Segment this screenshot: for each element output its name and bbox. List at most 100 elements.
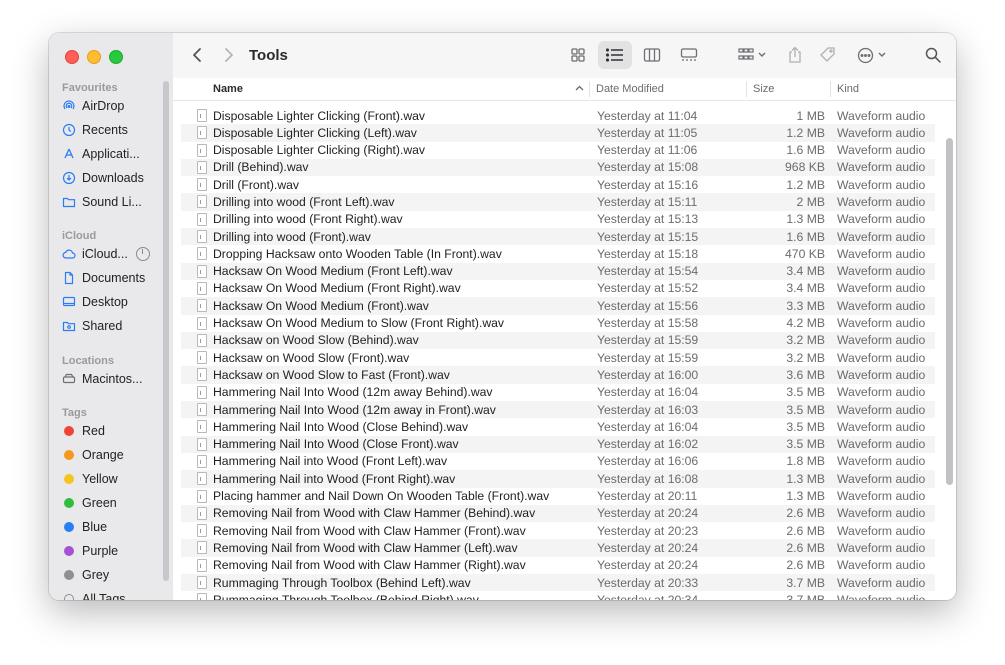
audio-file-icon [197, 264, 207, 278]
sidebar-tag-orange[interactable]: Orange [62, 444, 164, 466]
column-header-size[interactable]: Size [753, 83, 774, 95]
file-size: 2.6 MB [786, 540, 825, 555]
file-row[interactable]: Removing Nail from Wood with Claw Hammer… [181, 539, 935, 557]
chevron-right-icon [224, 47, 234, 63]
sidebar-tag-grey[interactable]: Grey [62, 564, 164, 586]
file-row[interactable]: Drill (Behind).wav Yesterday at 15:08 968 … [181, 158, 935, 177]
minimize-window-button[interactable] [87, 50, 101, 64]
sidebar-tag-all-tags[interactable]: All Tags... [62, 588, 164, 600]
list-scrollbar[interactable] [946, 138, 953, 485]
file-row[interactable]: Disposable Lighter Clicking (Left).wav Ye… [181, 124, 935, 142]
file-date-modified: Yesterday at 15:08 [597, 160, 699, 175]
file-row[interactable]: Hacksaw On Wood Medium (Front Left).wav Y… [181, 262, 935, 280]
zoom-window-button[interactable] [109, 50, 123, 64]
file-row[interactable]: Disposable Lighter Clicking (Front).wav Y… [181, 107, 935, 124]
sidebar-item-documents[interactable]: Documents [62, 267, 164, 289]
file-kind: Waveform audio [837, 367, 926, 382]
sidebar-tag-blue[interactable]: Blue [62, 516, 164, 538]
file-row[interactable]: Removing Nail from Wood with Claw Hammer… [181, 504, 935, 523]
sidebar-scrollbar[interactable] [163, 81, 169, 581]
file-row[interactable]: Drilling into wood (Front Right).wav Yest… [181, 211, 935, 228]
file-row[interactable]: Rummaging Through Toolbox (Behind Left).… [181, 574, 935, 592]
file-row[interactable]: Hacksaw on Wood Slow (Behind).wav Yesterd… [181, 331, 935, 350]
sidebar-item-icloud-drive[interactable]: iCloud... [62, 243, 164, 265]
tags-button[interactable] [816, 41, 840, 69]
file-date-modified: Yesterday at 15:15 [597, 229, 699, 244]
file-row[interactable]: Hacksaw On Wood Medium (Front).wav Yester… [181, 297, 935, 315]
tag-color-dot [64, 426, 74, 436]
sidebar-item-applications[interactable]: Applicati... [62, 143, 164, 165]
file-row[interactable]: Hammering Nail Into Wood (Close Behind).… [181, 418, 935, 435]
file-row[interactable]: Disposable Lighter Clicking (Right).wav Y… [181, 142, 935, 159]
sidebar-tag-red[interactable]: Red [62, 420, 164, 442]
file-row[interactable]: Drilling into wood (Front Left).wav Yeste… [181, 193, 935, 211]
file-row[interactable]: Hammering Nail into Wood (Front Right).w… [181, 470, 935, 488]
file-row[interactable]: Hacksaw On Wood Medium (Front Right).wav… [181, 280, 935, 297]
close-window-button[interactable] [65, 50, 79, 64]
column-view-button[interactable] [636, 41, 668, 69]
sidebar-item-desktop[interactable]: Desktop [62, 291, 164, 313]
gallery-view-button[interactable] [672, 41, 706, 69]
file-row[interactable]: Hacksaw On Wood Medium to Slow (Front Ri… [181, 315, 935, 332]
audio-file-icon [197, 351, 207, 365]
file-name: Drill (Behind).wav [213, 160, 309, 175]
audio-file-icon [197, 333, 207, 347]
file-row[interactable]: Drill (Front).wav Yesterday at 15:16 1.2 M… [181, 176, 935, 193]
file-row[interactable]: Removing Nail from Wood with Claw Hammer… [181, 557, 935, 574]
back-button[interactable] [187, 41, 207, 69]
file-name: Rummaging Through Toolbox (Behind Left).… [213, 575, 471, 590]
file-name: Hacksaw On Wood Medium to Slow (Front Ri… [213, 316, 505, 331]
action-menu-button[interactable] [853, 41, 889, 69]
file-kind: Waveform audio [837, 194, 926, 209]
share-button[interactable] [783, 41, 807, 69]
sidebar-item-sound-library[interactable]: Sound Li... [62, 191, 164, 213]
file-date-modified: Yesterday at 20:34 [597, 592, 699, 600]
file-size: 1.2 MB [786, 177, 825, 192]
sidebar-item-label: Blue [82, 520, 108, 534]
file-name: Hacksaw on Wood Slow to Fast (Front).wav [213, 367, 450, 382]
sidebar-tag-green[interactable]: Green [62, 492, 164, 514]
sidebar-item-airdrop[interactable]: AirDrop [62, 95, 164, 117]
file-size: 3.3 MB [786, 298, 825, 313]
shared-folder-icon [62, 319, 76, 333]
sidebar-item-recents[interactable]: Recents [62, 119, 164, 141]
file-row[interactable]: Drilling into wood (Front).wav Yesterday … [181, 228, 935, 246]
file-date-modified: Yesterday at 15:16 [597, 177, 699, 192]
sidebar-item-macintosh-hd[interactable]: Macintos... [62, 368, 164, 390]
file-row[interactable]: Placing hammer and Nail Down On Wooden T… [181, 488, 935, 505]
file-row[interactable]: Hacksaw on Wood Slow to Fast (Front).wav… [181, 366, 935, 384]
file-name: Drilling into wood (Front).wav [213, 229, 371, 244]
group-by-button[interactable] [733, 41, 771, 69]
sidebar-item-label: Yellow [82, 472, 118, 486]
audio-file-icon [197, 576, 207, 590]
sidebar-item-downloads[interactable]: Downloads [62, 167, 164, 189]
file-size: 1.3 MB [786, 212, 825, 227]
file-date-modified: Yesterday at 16:00 [597, 367, 699, 382]
audio-file-icon [197, 454, 207, 468]
file-size: 3.5 MB [786, 385, 825, 400]
file-row[interactable]: Removing Nail from Wood with Claw Hammer… [181, 522, 935, 539]
file-name: Disposable Lighter Clicking (Left).wav [213, 125, 417, 140]
file-row[interactable]: Hammering Nail Into Wood (12m away in Fr… [181, 401, 935, 419]
tag-color-dot [64, 570, 74, 580]
icon-view-button[interactable] [563, 41, 593, 69]
file-row[interactable]: Hammering Nail Into Wood (12m away Behin… [181, 384, 935, 401]
sidebar-tag-purple[interactable]: Purple [62, 540, 164, 562]
file-row[interactable]: Hacksaw on Wood Slow (Front).wav Yesterda… [181, 349, 935, 366]
file-kind: Waveform audio [837, 523, 926, 538]
file-row[interactable]: Hammering Nail into Wood (Front Left).wa… [181, 453, 935, 470]
search-button[interactable] [921, 41, 945, 69]
column-header-kind[interactable]: Kind [837, 83, 859, 95]
file-date-modified: Yesterday at 16:04 [597, 385, 699, 400]
file-row[interactable]: Hammering Nail Into Wood (Close Front).w… [181, 435, 935, 453]
file-name: Hacksaw On Wood Medium (Front).wav [213, 298, 429, 313]
file-row[interactable]: Dropping Hacksaw onto Wooden Table (In F… [181, 245, 935, 262]
sidebar-item-shared[interactable]: Shared [62, 315, 164, 337]
file-size: 1.8 MB [786, 454, 825, 469]
sidebar-tag-yellow[interactable]: Yellow [62, 468, 164, 490]
list-view-button[interactable] [598, 41, 632, 69]
file-row[interactable]: Rummaging Through Toolbox (Behind Right)… [181, 591, 935, 600]
forward-button[interactable] [219, 41, 239, 69]
column-header-name[interactable]: Name [213, 83, 243, 95]
column-header-date-modified[interactable]: Date Modified [596, 83, 664, 95]
